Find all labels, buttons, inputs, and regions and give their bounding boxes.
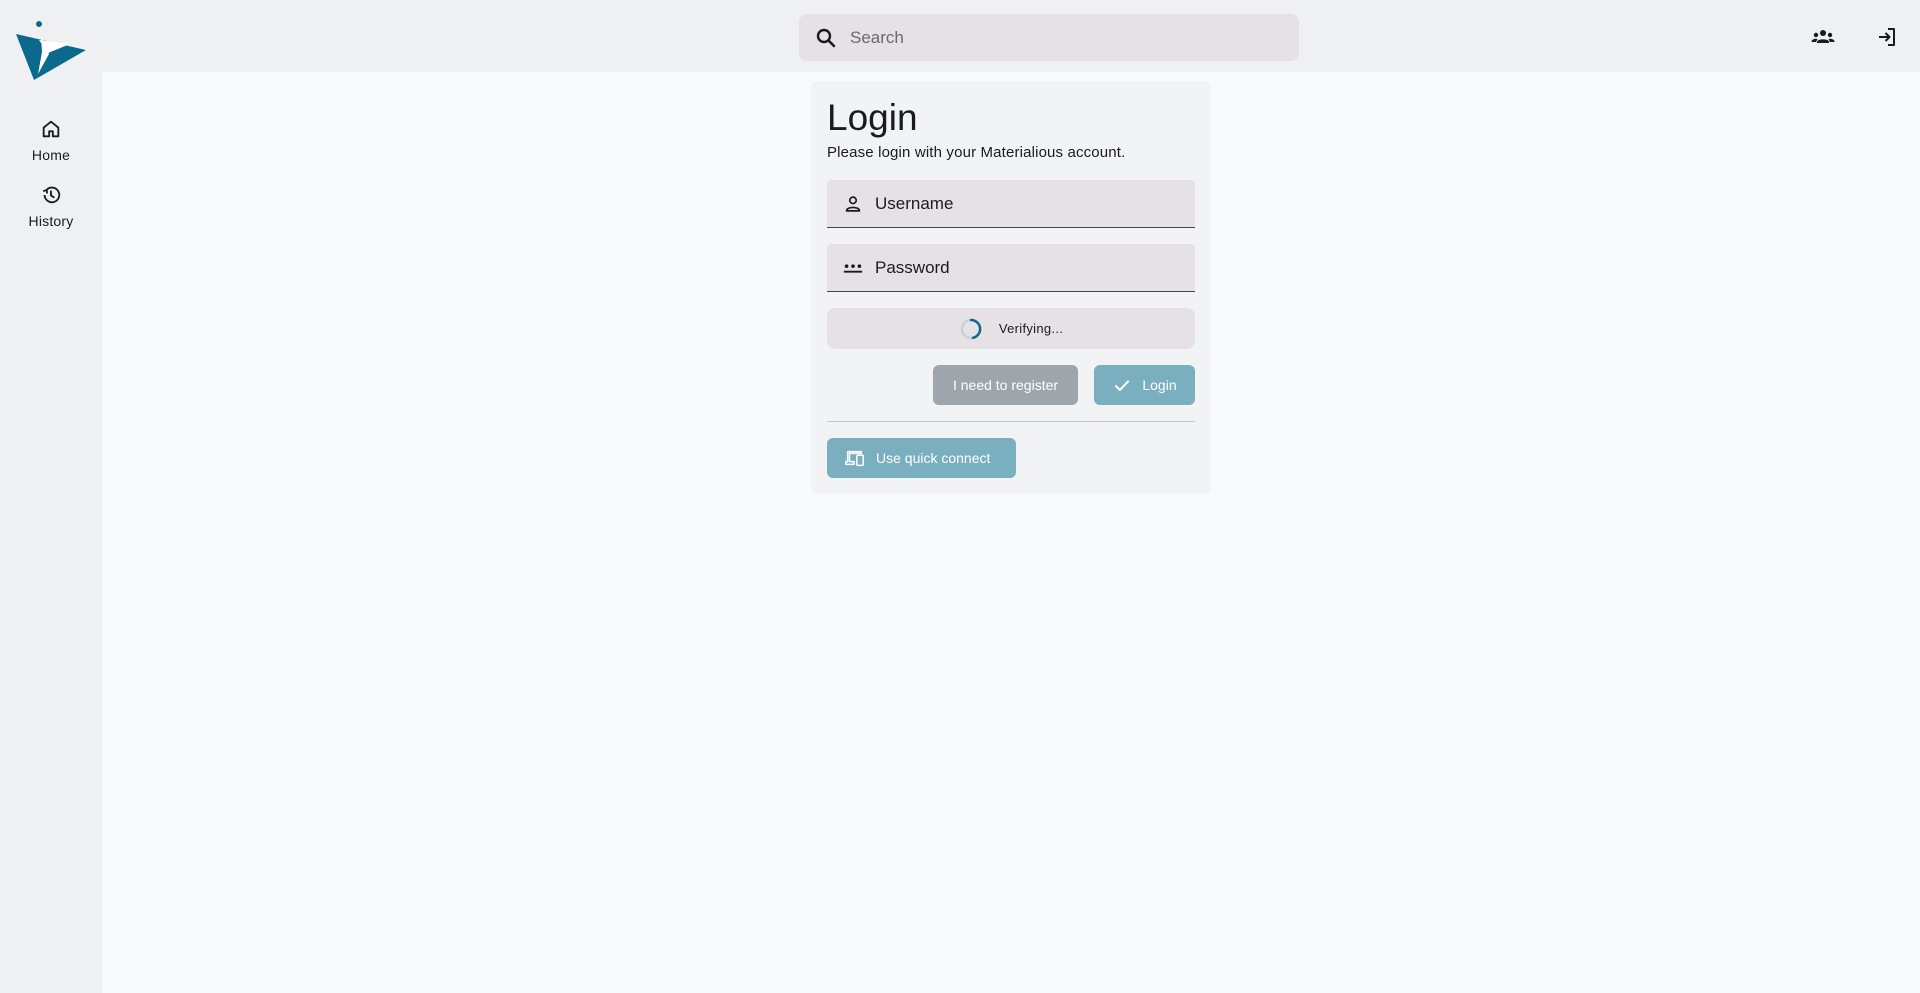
login-subtitle: Please login with your Materialious acco… xyxy=(827,144,1126,161)
password-field[interactable] xyxy=(827,244,1195,292)
register-button-label: I need to register xyxy=(952,377,1059,393)
person-icon xyxy=(845,195,861,212)
login-submit-button[interactable]: Login xyxy=(1094,365,1195,405)
app-logo-icon xyxy=(16,21,86,80)
loading-spinner-icon xyxy=(960,318,982,339)
search-icon xyxy=(816,28,836,47)
accounts-button[interactable] xyxy=(1811,25,1835,49)
login-button-label: Login xyxy=(1142,377,1177,393)
history-icon xyxy=(42,186,61,204)
page-title: Login xyxy=(827,97,918,138)
quick-connect-button[interactable]: Use quick connect xyxy=(827,438,1016,478)
login-icon xyxy=(1879,28,1895,46)
group-icon xyxy=(1811,30,1835,43)
quick-connect-label: Use quick connect xyxy=(876,450,991,466)
sidebar: Home History xyxy=(0,0,102,993)
sidebar-item-history[interactable]: History xyxy=(0,180,102,240)
sidebar-item-label: History xyxy=(28,213,74,229)
login-button[interactable] xyxy=(1875,25,1899,49)
app-logo[interactable] xyxy=(14,20,88,82)
password-input[interactable] xyxy=(875,257,1195,278)
status-text: Verifying... xyxy=(998,321,1064,336)
search-bar[interactable] xyxy=(799,14,1299,61)
check-icon xyxy=(1114,380,1130,391)
username-input[interactable] xyxy=(875,193,1195,214)
sidebar-item-label: Home xyxy=(31,147,71,163)
login-card: Login Please login with your Materialiou… xyxy=(811,81,1211,494)
search-input[interactable] xyxy=(850,27,1290,48)
top-app-bar xyxy=(102,0,1920,72)
home-icon xyxy=(42,120,60,138)
devices-icon xyxy=(845,450,864,467)
register-button[interactable]: I need to register xyxy=(933,365,1078,405)
divider xyxy=(827,421,1195,422)
verifying-status: Verifying... xyxy=(827,308,1195,349)
username-field[interactable] xyxy=(827,180,1195,228)
password-icon xyxy=(843,263,863,273)
sidebar-item-home[interactable]: Home xyxy=(0,114,102,174)
